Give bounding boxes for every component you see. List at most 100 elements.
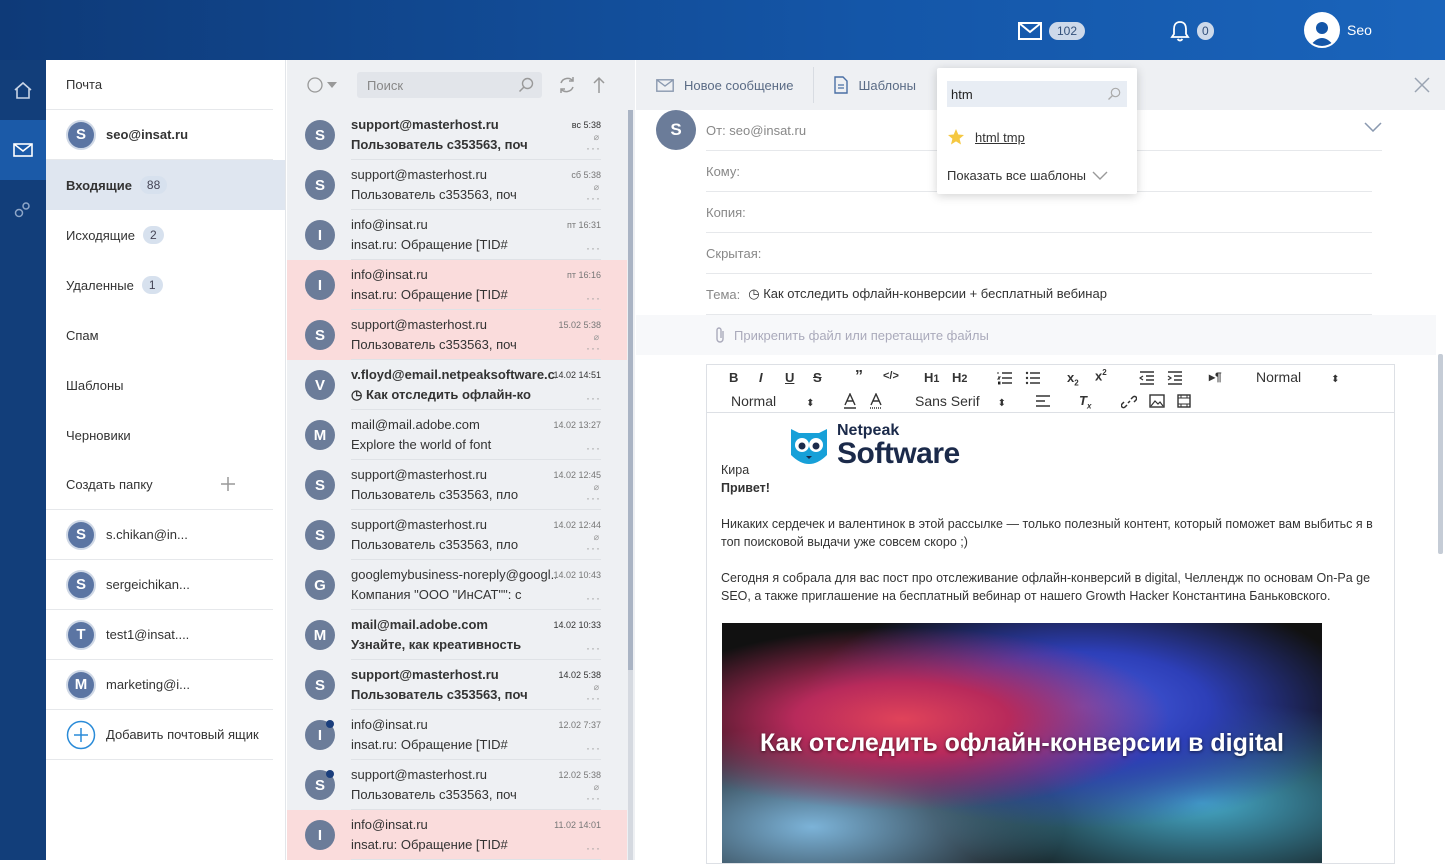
template-item[interactable]: html tmp (947, 128, 1025, 146)
more-options-icon[interactable]: ··· (586, 191, 601, 205)
mail-nav[interactable] (0, 120, 46, 180)
folder-inbox[interactable]: Входящие 88 (46, 160, 285, 210)
show-all-templates-button[interactable]: Показать все шаблоны (947, 168, 1108, 183)
message-row[interactable]: Ssupport@masterhost.ru Пользователь c3535… (287, 110, 627, 160)
ordered-list-icon[interactable] (997, 371, 1013, 385)
new-message-tab[interactable]: Новое сообщение (636, 60, 813, 110)
user-avatar (1304, 12, 1340, 48)
folder-outbox[interactable]: Исходящие 2 (46, 210, 285, 260)
settings-nav[interactable] (0, 180, 46, 240)
more-options-icon[interactable]: ··· (586, 741, 601, 755)
bold-button[interactable]: B (729, 370, 738, 385)
account-label: test1@insat.... (106, 627, 190, 642)
account-item[interactable]: S sergeichikan... (46, 560, 273, 610)
code-button[interactable]: </> (883, 370, 899, 382)
cc-field[interactable]: Копия: (706, 192, 1372, 233)
folder-label: Черновики (66, 427, 131, 443)
bullet-list-icon[interactable] (1025, 371, 1041, 385)
account-item[interactable]: S s.chikan@in... (46, 510, 273, 560)
text-color-icon[interactable] (843, 393, 857, 409)
superscript-button[interactable]: x2 (1095, 368, 1107, 383)
font-select[interactable]: Sans Serif ⬍ (915, 393, 1006, 409)
image-icon[interactable] (1149, 394, 1165, 408)
mail-counter[interactable]: 102 (1018, 17, 1086, 45)
editor-content[interactable]: Netpeak Software Кира Привет! Никаких се… (707, 413, 1394, 863)
folder-templates[interactable]: Шаблоны (46, 360, 285, 410)
heading-select[interactable]: Normal ⬍ (1256, 369, 1340, 385)
message-list-scrollbar[interactable] (628, 110, 633, 670)
more-options-icon[interactable]: ··· (586, 691, 601, 705)
more-options-icon[interactable]: ··· (586, 391, 601, 405)
message-row[interactable]: Iinfo@insat.ru insat.ru: Обращение [TID# 1… (287, 810, 627, 860)
rtl-button[interactable]: ▸¶ (1209, 370, 1222, 384)
message-row[interactable]: Ssupport@masterhost.ru Пользователь c3535… (287, 760, 627, 810)
bcc-field[interactable]: Скрытая: (706, 233, 1372, 274)
more-options-icon[interactable]: ··· (586, 591, 601, 605)
arrow-up-icon[interactable] (592, 76, 606, 94)
folder-drafts[interactable]: Черновики (46, 410, 285, 460)
more-options-icon[interactable]: ··· (586, 291, 601, 305)
outdent-icon[interactable] (1139, 371, 1155, 385)
search-icon (518, 77, 534, 93)
select-all-checkbox[interactable] (307, 77, 337, 93)
subscript-button[interactable]: x2 (1067, 370, 1079, 388)
more-options-icon[interactable]: ··· (586, 541, 601, 555)
video-icon[interactable] (1177, 394, 1191, 408)
close-icon[interactable] (1413, 76, 1431, 94)
message-row[interactable]: Ssupport@masterhost.ru Пользователь c3535… (287, 160, 627, 210)
strike-button[interactable]: S (813, 370, 822, 385)
home-nav[interactable] (0, 60, 46, 120)
message-row[interactable]: Vv.floyd@email.netpeaksoftware.c... ◷ Как… (287, 360, 627, 410)
underline-button[interactable]: U (785, 370, 794, 385)
more-options-icon[interactable]: ··· (586, 841, 601, 855)
folder-deleted[interactable]: Удаленные 1 (46, 260, 285, 310)
message-row[interactable]: Ssupport@masterhost.ru Пользователь c3535… (287, 510, 627, 560)
templates-tab[interactable]: Шаблоны (814, 60, 936, 110)
account-item[interactable]: T test1@insat.... (46, 610, 273, 660)
message-row[interactable]: Ssupport@masterhost.ru Пользователь c3535… (287, 310, 627, 360)
subject-field[interactable]: Тема: ◷ Как отследить офлайн-конверсии +… (706, 274, 1372, 315)
message-row[interactable]: Mmail@mail.adobe.com Узнайте, как креатив… (287, 610, 627, 660)
template-search-input[interactable]: htm (947, 81, 1127, 107)
add-mailbox-label: Добавить почтовый ящик (106, 727, 259, 742)
more-options-icon[interactable]: ··· (586, 341, 601, 355)
message-summary: info@insat.ru insat.ru: Обращение [TID# 12… (351, 710, 601, 760)
refresh-icon[interactable] (558, 76, 576, 94)
align-icon[interactable] (1035, 395, 1051, 408)
message-row[interactable]: Iinfo@insat.ru insat.ru: Обращение [TID# п… (287, 260, 627, 310)
more-options-icon[interactable]: ··· (586, 241, 601, 255)
h1-button[interactable]: H1 (924, 370, 939, 385)
message-date: 14.02 12:45 (553, 470, 601, 480)
h2-button[interactable]: H2 (952, 370, 967, 385)
message-row[interactable]: Iinfo@insat.ru insat.ru: Обращение [TID# 1… (287, 710, 627, 760)
more-options-icon[interactable]: ··· (586, 141, 601, 155)
attach-dropzone[interactable]: Прикрепить файл или перетащите файлы (636, 315, 1436, 355)
more-options-icon[interactable]: ··· (586, 491, 601, 505)
search-input[interactable]: Поиск (357, 72, 542, 98)
message-row[interactable]: Mmail@mail.adobe.com Explore the world of… (287, 410, 627, 460)
add-mailbox-button[interactable]: Добавить почтовый ящик (46, 710, 273, 760)
message-row[interactable]: Iinfo@insat.ru insat.ru: Обращение [TID# п… (287, 210, 627, 260)
folder-spam[interactable]: Спам (46, 310, 285, 360)
user-menu[interactable]: Seo (1304, 12, 1372, 48)
background-color-icon[interactable] (869, 393, 883, 409)
indent-icon[interactable] (1167, 371, 1183, 385)
current-account[interactable]: S seo@insat.ru (46, 110, 273, 160)
quote-button[interactable]: ” (855, 368, 863, 386)
more-options-icon[interactable]: ··· (586, 641, 601, 655)
notifications[interactable]: 0 (1170, 17, 1214, 45)
italic-button[interactable]: I (759, 370, 763, 385)
chevron-down-icon[interactable] (1364, 122, 1382, 132)
clear-format-button[interactable]: Tx (1079, 393, 1091, 411)
more-options-icon[interactable]: ··· (586, 441, 601, 455)
size-select[interactable]: Normal ⬍ (731, 393, 815, 409)
message-row[interactable]: Ggooglemybusiness-noreply@googl... Компан… (287, 560, 627, 610)
compose-scrollbar[interactable] (1438, 354, 1443, 554)
message-row[interactable]: Ssupport@masterhost.ru Пользователь c3535… (287, 460, 627, 510)
link-icon[interactable] (1121, 394, 1137, 410)
create-folder-button[interactable] (219, 475, 237, 493)
message-row[interactable]: Ssupport@masterhost.ru Пользователь c3535… (287, 660, 627, 710)
more-options-icon[interactable]: ··· (586, 791, 601, 805)
article-banner-image: Как отследить офлайн-конверсии в digital (722, 623, 1322, 863)
account-item[interactable]: M marketing@i... (46, 660, 273, 710)
